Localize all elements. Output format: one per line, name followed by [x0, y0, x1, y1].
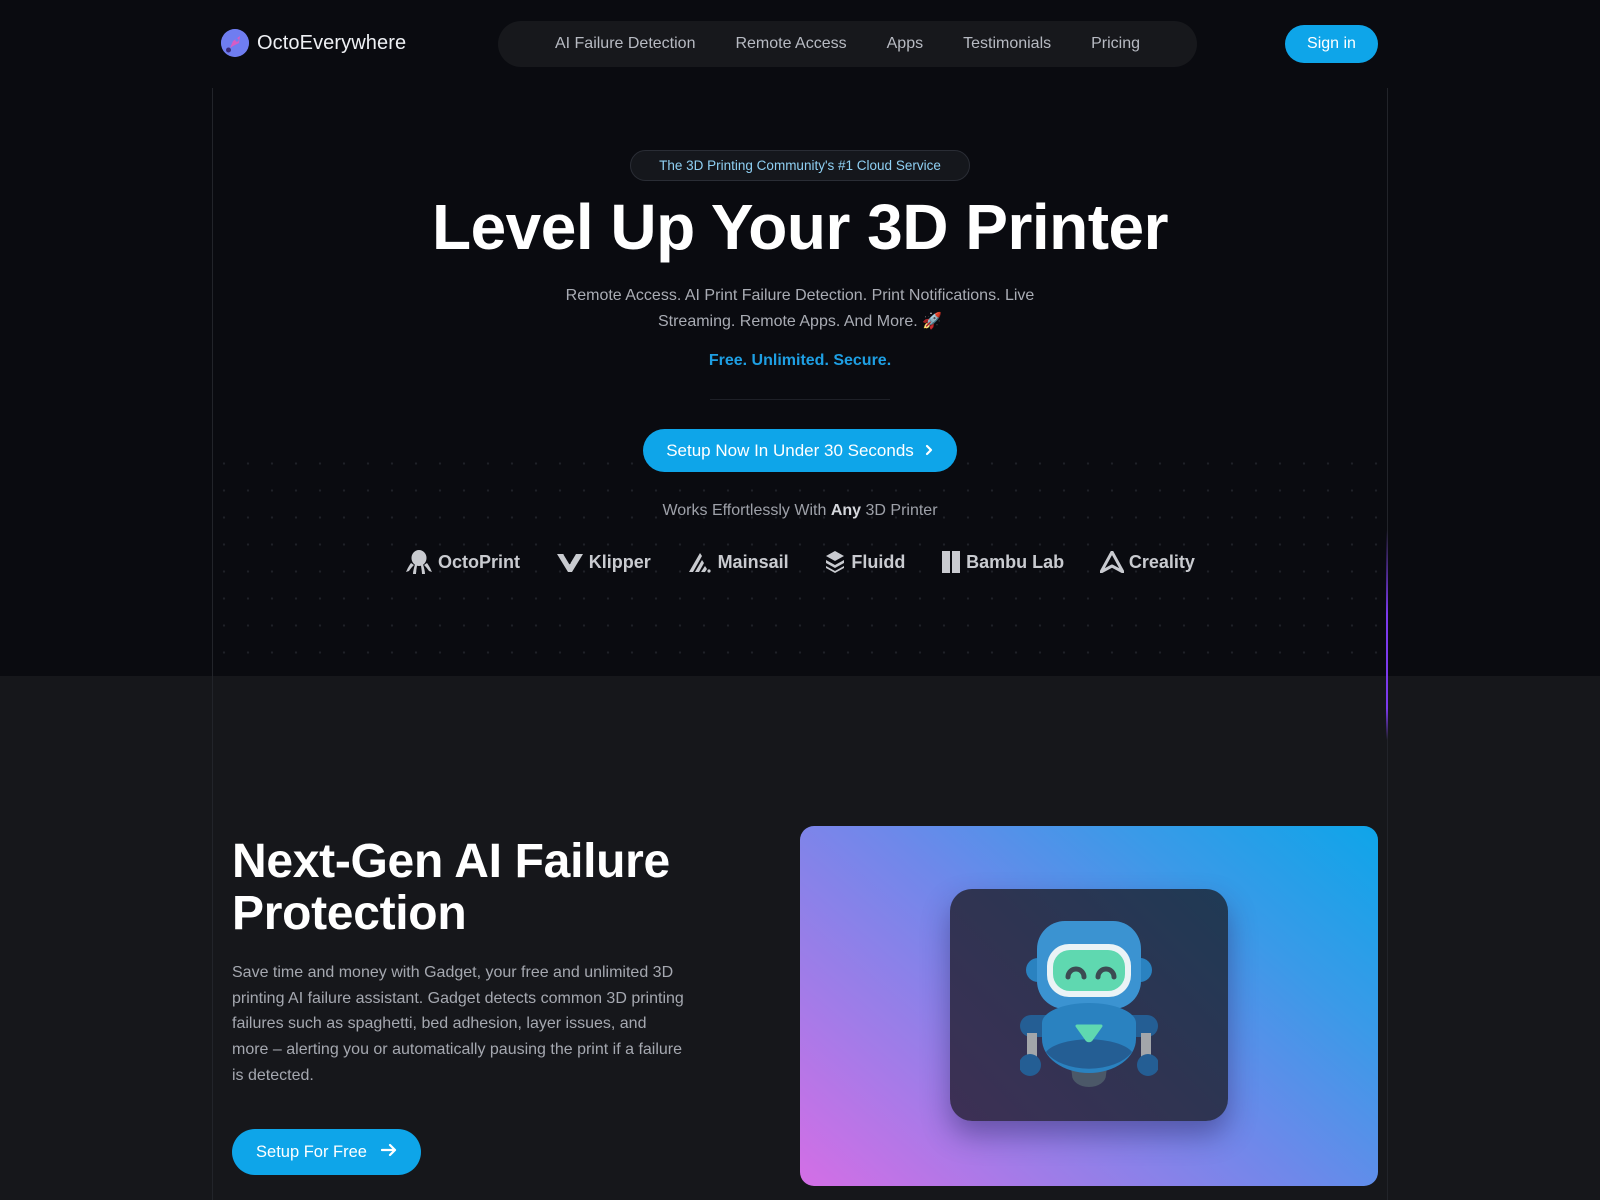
platform-name: Creality — [1128, 551, 1195, 572]
bambu-icon — [941, 550, 961, 574]
hero-headline: Level Up Your 3D Printer — [431, 191, 1169, 263]
arrow-right-icon — [380, 1143, 397, 1162]
brand-name: OctoEverywhere — [257, 31, 407, 54]
compatibility-prefix: Works Effortlessly With — [662, 502, 827, 519]
setup-for-free-button[interactable]: Setup For Free — [232, 1129, 421, 1175]
sign-in-button[interactable]: Sign in — [1285, 25, 1378, 63]
compatibility-suffix: 3D Printer — [865, 502, 938, 519]
setup-now-button[interactable]: Setup Now In Under 30 Seconds — [643, 429, 957, 472]
platform-fluidd: Fluidd — [824, 550, 905, 574]
fluidd-icon — [824, 550, 846, 574]
platform-name: Fluidd — [851, 551, 906, 572]
feature-description: Save time and money with Gadget, your fr… — [232, 964, 684, 1084]
platform-bambu-lab: Bambu Lab — [941, 550, 1064, 574]
robot-tile — [950, 889, 1228, 1121]
setup-now-label: Setup Now In Under 30 Seconds — [666, 440, 914, 460]
platform-octoprint: OctoPrint — [405, 549, 520, 575]
octopus-icon — [405, 549, 433, 575]
hero-badge: The 3D Printing Community's #1 Cloud Ser… — [630, 150, 970, 181]
klipper-icon — [556, 551, 584, 573]
nav-testimonials[interactable]: Testimonials — [963, 35, 1051, 53]
chevron-right-icon — [924, 441, 934, 461]
platform-mainsail: Mainsail — [687, 551, 789, 573]
platform-creality: Creality — [1099, 551, 1195, 573]
feature-title: Next-Gen AI Failure Protection — [232, 835, 670, 940]
mainsail-icon — [687, 551, 713, 573]
nav-apps[interactable]: Apps — [887, 35, 923, 53]
platform-name: Klipper — [588, 551, 651, 572]
hero-divider — [710, 399, 890, 400]
hero-tagline: Free. Unlimited. Secure. — [708, 352, 892, 369]
platform-name: Mainsail — [717, 551, 789, 572]
platform-name: Bambu Lab — [966, 551, 1065, 572]
hero-subtitle: Remote Access. AI Print Failure Detectio… — [565, 287, 1035, 330]
setup-for-free-label: Setup For Free — [256, 1142, 367, 1161]
guide-line-glow — [1386, 530, 1388, 740]
compatibility-emphasis: Any — [830, 502, 862, 519]
nav-pricing[interactable]: Pricing — [1091, 35, 1140, 53]
nav-ai-failure-detection[interactable]: AI Failure Detection — [555, 35, 696, 53]
site-header: OctoEverywhere AI Failure Detection Remo… — [0, 0, 1600, 88]
platform-name: OctoPrint — [438, 551, 521, 572]
compatible-platforms: OctoPrint Klipper Mainsail Fluidd Bambu … — [405, 547, 1195, 577]
platform-klipper: Klipper — [556, 551, 651, 573]
brand-home-link[interactable]: OctoEverywhere — [221, 29, 406, 57]
main-nav: AI Failure Detection Remote Access Apps … — [498, 21, 1197, 67]
creality-icon — [1099, 551, 1124, 573]
rocket-logo-icon — [221, 29, 249, 57]
robot-icon — [1020, 921, 1158, 1087]
nav-remote-access[interactable]: Remote Access — [735, 35, 846, 53]
compatibility-text: Works Effortlessly With Any 3D Printer — [0, 502, 1600, 520]
feature-illustration-card — [800, 826, 1378, 1186]
